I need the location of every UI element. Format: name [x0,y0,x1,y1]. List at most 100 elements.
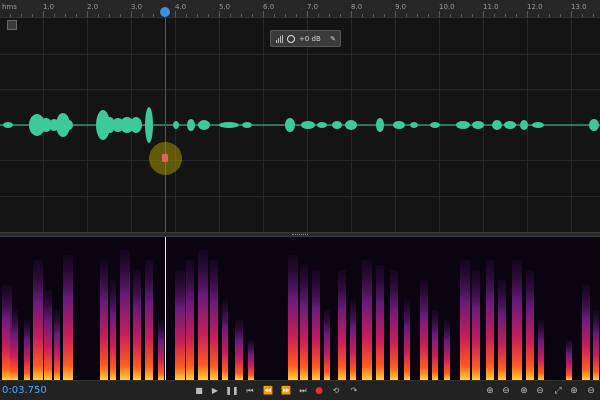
spectral-band [300,265,308,380]
ruler-tick [318,14,319,17]
rewind-button[interactable]: ⏪ [261,384,275,397]
spectral-band [110,280,116,380]
ruler-tick [65,14,66,17]
gain-hud[interactable]: +0 dB ✎ [270,30,341,47]
ruler-tick [219,11,220,17]
spectral-band [186,260,194,380]
spectral-band [210,260,218,380]
waveform-segment [317,122,327,128]
spectral-playhead-line [165,237,166,380]
ruler-tick [428,14,429,17]
waveform-segment [376,118,384,132]
spectral-band [145,260,153,380]
ruler-tick [197,14,198,17]
ruler-tick [582,14,583,17]
ruler-tick [285,14,286,17]
gain-value: +0 dB [299,34,321,43]
spectral-band [582,285,590,380]
spectral-band [24,320,30,380]
zoom-out-time-icon[interactable]: ⊖ [533,384,547,397]
spectral-band [235,320,243,380]
spectral-band [538,320,544,380]
ruler-tick [153,14,154,17]
spectral-band [248,340,254,380]
ruler-tick [175,11,176,17]
zoom-out-full-icon[interactable]: ⊖ [584,384,598,397]
ruler-tick [527,11,528,17]
time-ruler[interactable]: hms 1.0 2.0 3.0 4.0 5.0 6.0 7.0 8.0 9.0 10.0 11.0 1… [0,0,600,18]
record-button[interactable]: ● [312,384,326,397]
spectral-band [158,320,164,380]
spectral-band [526,270,534,380]
playhead-handle-core[interactable] [162,154,168,162]
spectral-band [350,300,356,380]
ruler-label: 1.0 [43,3,55,11]
ruler-tick [296,14,297,17]
waveform-segment [187,119,195,131]
transport-bar: 0:03.750 ■ ▶ ❚❚ ⏮ ⏪ ⏩ ⏭ ● ⟲ ↷ ⊕ ⊖ ⊕ ⊖ ⤢ … [0,380,600,400]
zoom-in-selection-icon[interactable]: ⊕ [567,384,581,397]
gain-knob-icon[interactable] [287,34,295,43]
ruler-label: 11.0 [483,3,499,11]
waveform-segment [410,122,418,128]
ruler-tick [241,14,242,17]
skip-selection-button[interactable]: ↷ [347,384,361,397]
zoom-out-amplitude-icon[interactable]: ⊖ [499,384,513,397]
ruler-tick [384,14,385,17]
spectral-band [432,310,438,380]
ruler-tick [538,14,539,17]
waveform-panel[interactable]: +0 dB ✎ [0,18,600,232]
current-time-display[interactable]: 0:03.750 [2,385,47,396]
ruler-tick [505,14,506,17]
spectral-display[interactable] [0,237,600,380]
ruler-tick [362,14,363,17]
spectral-band [338,270,346,380]
spectral-band [472,270,480,380]
ruler-tick [549,14,550,17]
ruler-label: 6.0 [263,3,275,11]
ruler-label: 2.0 [87,3,99,11]
waveform-segment [504,121,516,129]
play-button[interactable]: ▶ [208,384,222,397]
zoom-full-icon[interactable]: ⤢ [551,384,565,397]
ruler-tick [516,14,517,17]
ruler-label: 5.0 [219,3,231,11]
ruler-tick [439,11,440,17]
fast-forward-button[interactable]: ⏩ [279,384,293,397]
spectral-band [420,280,428,380]
ruler-tick [252,14,253,17]
spectral-band [133,270,141,380]
waveform-segment [173,121,179,129]
spectral-band [498,280,506,380]
ruler-tick [274,14,275,17]
zoom-in-amplitude-icon[interactable]: ⊕ [483,384,497,397]
waveform-segment [430,122,440,128]
waveform-segment [65,120,73,130]
zoom-in-time-icon[interactable]: ⊕ [517,384,531,397]
playhead-line[interactable] [165,18,166,232]
ruler-tick [461,14,462,17]
ruler-tick [560,14,561,17]
pin-icon[interactable]: ✎ [330,35,336,43]
ruler-label: 8.0 [351,3,363,11]
spectral-band [63,255,73,380]
go-to-end-button[interactable]: ⏭ [296,384,310,397]
loop-button[interactable]: ⟲ [329,384,343,397]
waveform-segment [520,120,528,130]
stop-button[interactable]: ■ [192,384,206,397]
ruler-tick [109,14,110,17]
go-to-start-button[interactable]: ⏮ [243,384,257,397]
ruler-label: 3.0 [131,3,143,11]
waveform-segment [130,117,142,133]
ruler-label: 10.0 [439,3,455,11]
pause-button[interactable]: ❚❚ [225,384,239,397]
ruler-tick [593,14,594,17]
ruler-tick [98,14,99,17]
spectral-band [444,320,450,380]
ruler-label: 7.0 [307,3,319,11]
ruler-tick [351,11,352,17]
waveform-segment [589,119,599,131]
playhead-marker[interactable] [160,7,170,17]
spectral-band [198,250,208,380]
waveform-segment [456,121,470,129]
